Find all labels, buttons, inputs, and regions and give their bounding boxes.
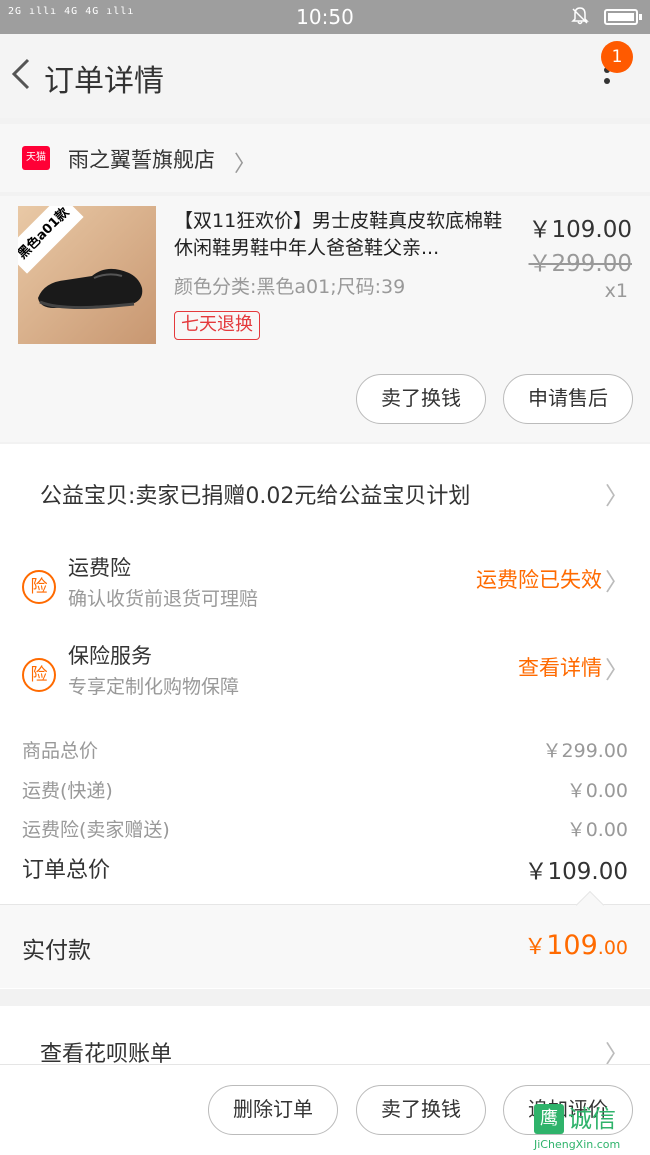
insurance-title: 运费险	[68, 556, 131, 580]
watermark: 鹰 诚信 JiChengXin.com	[534, 1104, 650, 1155]
back-button[interactable]	[8, 54, 38, 94]
order-total-label: 订单总价	[22, 858, 111, 883]
nav-bar: 订单详情 1	[0, 34, 650, 118]
product-card: 黑色a01款 【双11狂欢价】男士皮鞋真皮软底棉鞋休闲鞋男鞋中年人爸爸鞋父亲..…	[0, 196, 650, 442]
product-price: ￥109.00	[528, 217, 632, 243]
paid-label: 实付款	[22, 938, 91, 964]
insurance-subtitle: 确认收货前退货可理赔	[68, 588, 259, 610]
fee-label: 运费险(卖家赠送)	[22, 819, 170, 841]
status-bar: 2G ıllı 4G 4G ıllı 10:50	[0, 0, 650, 34]
delete-order-button[interactable]: 删除订单	[208, 1085, 338, 1135]
paid-row: 实付款 ￥109.00	[0, 890, 650, 988]
product-sku: 颜色分类:黑色a01;尺码:39	[174, 276, 406, 298]
insurance-service-row[interactable]: 险 保险服务 专享定制化购物保障 查看详情 〉	[0, 640, 650, 720]
fee-value: ￥299.00	[542, 740, 628, 762]
battery-icon	[604, 9, 642, 25]
product-image[interactable]: 黑色a01款	[18, 206, 156, 344]
insurance-status: 运费险已失效	[476, 568, 602, 592]
shipping-insurance-row[interactable]: 险 运费险 确认收货前退货可理赔 运费险已失效 〉	[0, 552, 650, 632]
product-quantity: x1	[604, 280, 628, 302]
huabei-row[interactable]: 查看花呗账单 〉	[0, 1006, 650, 1068]
clock: 10:50	[296, 5, 354, 29]
after-sale-button[interactable]: 申请售后	[503, 374, 633, 424]
bell-muted-icon	[570, 6, 590, 31]
paid-decimal: .00	[597, 937, 628, 959]
sell-button[interactable]: 卖了换钱	[356, 1085, 486, 1135]
chevron-right-icon: 〉	[605, 568, 629, 596]
chevron-right-icon: 〉	[605, 482, 629, 510]
charity-row[interactable]: 公益宝贝:卖家已捐赠0.02元给公益宝贝计划	[40, 478, 470, 510]
chevron-right-icon: 〉	[234, 152, 257, 177]
fee-value: ￥0.00	[566, 819, 628, 841]
dot-icon	[604, 78, 610, 84]
insurance-title: 保险服务	[68, 644, 152, 668]
store-name: 雨之翼誓旗舰店	[68, 148, 215, 172]
page-title: 订单详情	[44, 64, 164, 99]
return-policy-tag: 七天退换	[174, 311, 260, 340]
tmall-logo-icon: 天猫	[22, 146, 50, 170]
notification-badge: 1	[601, 41, 633, 73]
insurance-subtitle: 专享定制化购物保障	[68, 676, 240, 698]
insurance-status: 查看详情	[518, 656, 602, 680]
insurance-icon: 险	[22, 570, 56, 604]
fee-value: ￥0.00	[566, 780, 628, 802]
paid-amount: ￥109.00	[524, 929, 628, 961]
product-title[interactable]: 【双11狂欢价】男士皮鞋真皮软底棉鞋休闲鞋男鞋中年人爸爸鞋父亲...	[174, 208, 518, 262]
insurance-icon: 险	[22, 658, 56, 692]
fee-label: 商品总价	[22, 740, 99, 762]
paid-integer: 109	[546, 930, 598, 961]
order-total-value: ￥109.00	[524, 859, 628, 885]
fee-label: 运费(快递)	[22, 780, 113, 802]
watermark-text: 诚信	[568, 1105, 616, 1133]
product-original-price: ￥299.00	[528, 251, 632, 277]
chevron-left-icon	[11, 58, 30, 90]
watermark-logo-icon: 鹰	[534, 1104, 564, 1134]
chevron-right-icon: 〉	[605, 656, 629, 684]
paid-currency: ￥	[524, 935, 547, 960]
shoe-image-icon	[38, 268, 143, 310]
store-row[interactable]: 天猫 雨之翼誓旗舰店 〉	[0, 124, 650, 192]
watermark-url: JiChengXin.com	[534, 1138, 621, 1151]
sell-button[interactable]: 卖了换钱	[356, 374, 486, 424]
